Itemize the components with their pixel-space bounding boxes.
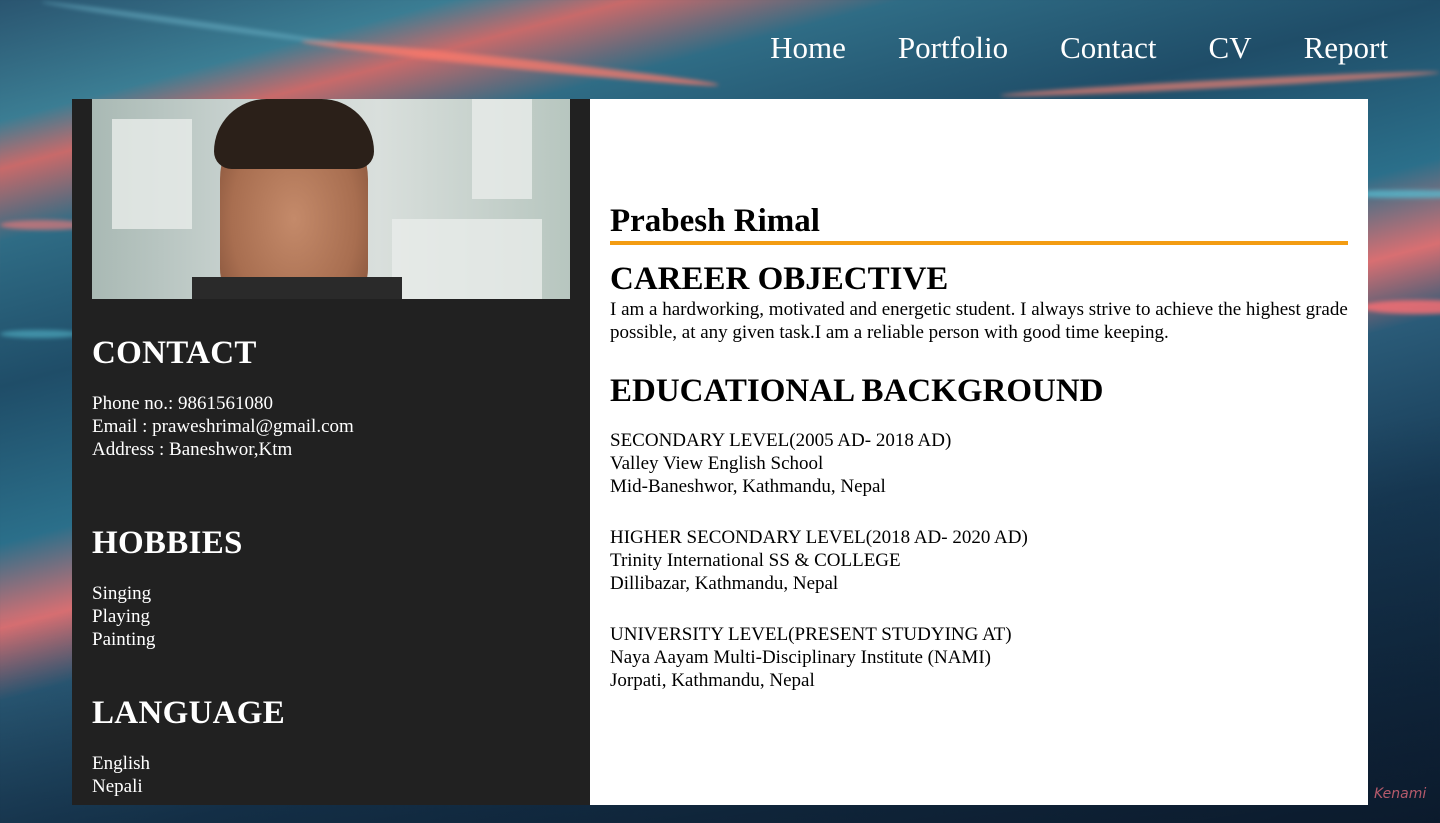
bg-streak bbox=[41, 0, 339, 47]
education-location: Dillibazar, Kathmandu, Nepal bbox=[610, 573, 839, 594]
top-nav: Home Portfolio Contact CV Report bbox=[770, 30, 1388, 66]
nav-home-link[interactable]: Home bbox=[770, 30, 846, 66]
hobby-item: Singing bbox=[92, 583, 152, 604]
education-entry: UNIVERSITY LEVEL(PRESENT STUDYING AT) Na… bbox=[610, 623, 1012, 692]
hobby-item: Painting bbox=[92, 629, 156, 650]
education-school: Valley View English School bbox=[610, 453, 824, 474]
career-objective-text: I am a hardworking, motivated and energe… bbox=[610, 299, 1348, 343]
education-location: Jorpati, Kathmandu, Nepal bbox=[610, 670, 815, 691]
nav-cv-link[interactable]: CV bbox=[1209, 30, 1252, 66]
name-underline bbox=[610, 241, 1348, 245]
education-school: Trinity International SS & COLLEGE bbox=[610, 550, 901, 571]
bg-streak bbox=[300, 36, 720, 90]
photo-bg-window bbox=[112, 119, 192, 229]
nav-report-link[interactable]: Report bbox=[1304, 30, 1388, 66]
education-level: HIGHER SECONDARY LEVEL(2018 AD- 2020 AD) bbox=[610, 527, 1028, 548]
hobbies-section: HOBBIES Singing Playing Painting bbox=[92, 525, 243, 651]
bg-streak bbox=[1360, 300, 1440, 314]
bg-streak bbox=[1000, 68, 1440, 100]
hobbies-heading: HOBBIES bbox=[92, 525, 243, 561]
hobby-item: Playing bbox=[92, 606, 151, 627]
career-objective-heading: CAREER OBJECTIVE bbox=[610, 261, 949, 297]
contact-section: CONTACT Phone no.: 9861561080 Email : pr… bbox=[92, 335, 354, 461]
education-entry: HIGHER SECONDARY LEVEL(2018 AD- 2020 AD)… bbox=[610, 526, 1028, 595]
education-location: Mid-Baneshwor, Kathmandu, Nepal bbox=[610, 476, 886, 497]
nav-contact-link[interactable]: Contact bbox=[1060, 30, 1156, 66]
bg-streak bbox=[0, 330, 80, 338]
artist-signature: Kenami bbox=[1374, 786, 1427, 802]
education-level: SECONDARY LEVEL(2005 AD- 2018 AD) bbox=[610, 430, 952, 451]
photo-shirt bbox=[192, 277, 402, 299]
person-name: Prabesh Rimal bbox=[610, 203, 820, 239]
cv-sidebar: CONTACT Phone no.: 9861561080 Email : pr… bbox=[72, 99, 590, 805]
photo-bg-window bbox=[472, 99, 532, 199]
language-heading: LANGUAGE bbox=[92, 695, 286, 731]
language-section: LANGUAGE English Nepali bbox=[92, 695, 285, 798]
contact-heading: CONTACT bbox=[92, 335, 257, 371]
education-level: UNIVERSITY LEVEL(PRESENT STUDYING AT) bbox=[610, 624, 1012, 645]
contact-phone: Phone no.: 9861561080 bbox=[92, 393, 274, 414]
nav-portfolio-link[interactable]: Portfolio bbox=[898, 30, 1008, 66]
contact-email: Email : praweshrimal@gmail.com bbox=[92, 416, 354, 437]
photo-bg-window bbox=[392, 219, 542, 299]
education-heading: EDUCATIONAL BACKGROUND bbox=[610, 373, 1104, 409]
cv-main: Prabesh Rimal CAREER OBJECTIVE I am a ha… bbox=[590, 99, 1368, 805]
education-entry: SECONDARY LEVEL(2005 AD- 2018 AD) Valley… bbox=[610, 429, 951, 498]
photo-hair bbox=[214, 99, 374, 169]
language-item: Nepali bbox=[92, 776, 143, 797]
contact-address: Address : Baneshwor,Ktm bbox=[92, 439, 293, 460]
profile-photo bbox=[92, 99, 570, 299]
language-item: English bbox=[92, 753, 151, 774]
education-school: Naya Aayam Multi-Disciplinary Institute … bbox=[610, 647, 991, 668]
